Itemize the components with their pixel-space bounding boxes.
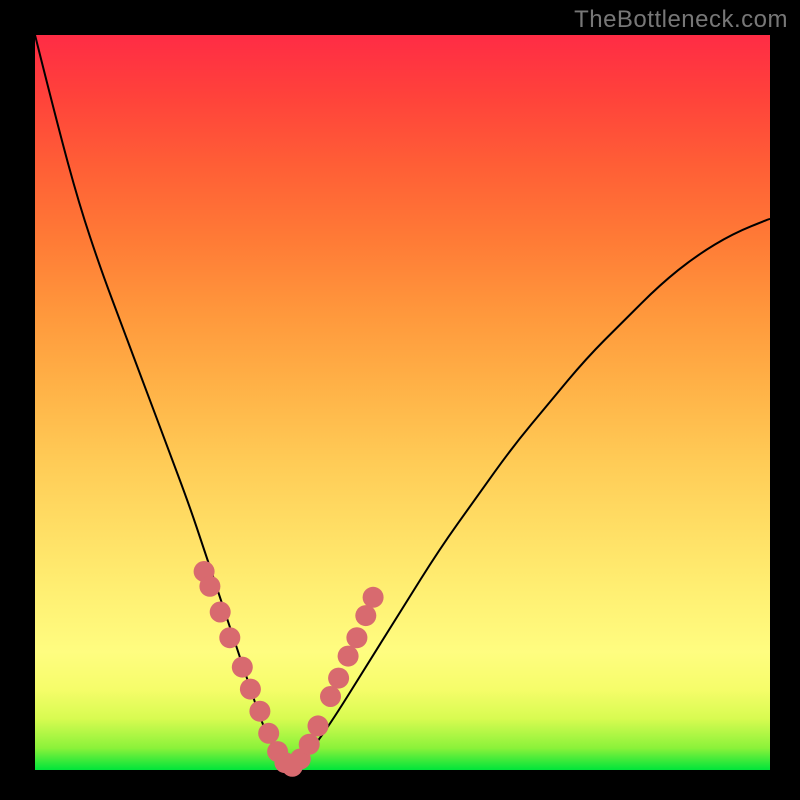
bottleneck-curve [35, 35, 770, 766]
highlight-dot [219, 627, 240, 648]
highlight-dot [308, 715, 329, 736]
chart-frame: TheBottleneck.com [0, 0, 800, 800]
highlight-dot [299, 734, 320, 755]
curve-svg [35, 35, 770, 770]
highlight-dot [363, 587, 384, 608]
highlight-dot [249, 701, 270, 722]
highlight-dot [355, 605, 376, 626]
highlight-dot [346, 627, 367, 648]
highlight-dot [338, 646, 359, 667]
plot-area [35, 35, 770, 770]
highlight-dot [328, 668, 349, 689]
highlight-dot [258, 723, 279, 744]
highlight-dots [194, 561, 384, 777]
highlight-dot [210, 602, 231, 623]
watermark-text: TheBottleneck.com [574, 6, 788, 34]
highlight-dot [199, 576, 220, 597]
highlight-dot [320, 686, 341, 707]
highlight-dot [232, 657, 253, 678]
highlight-dot [240, 679, 261, 700]
